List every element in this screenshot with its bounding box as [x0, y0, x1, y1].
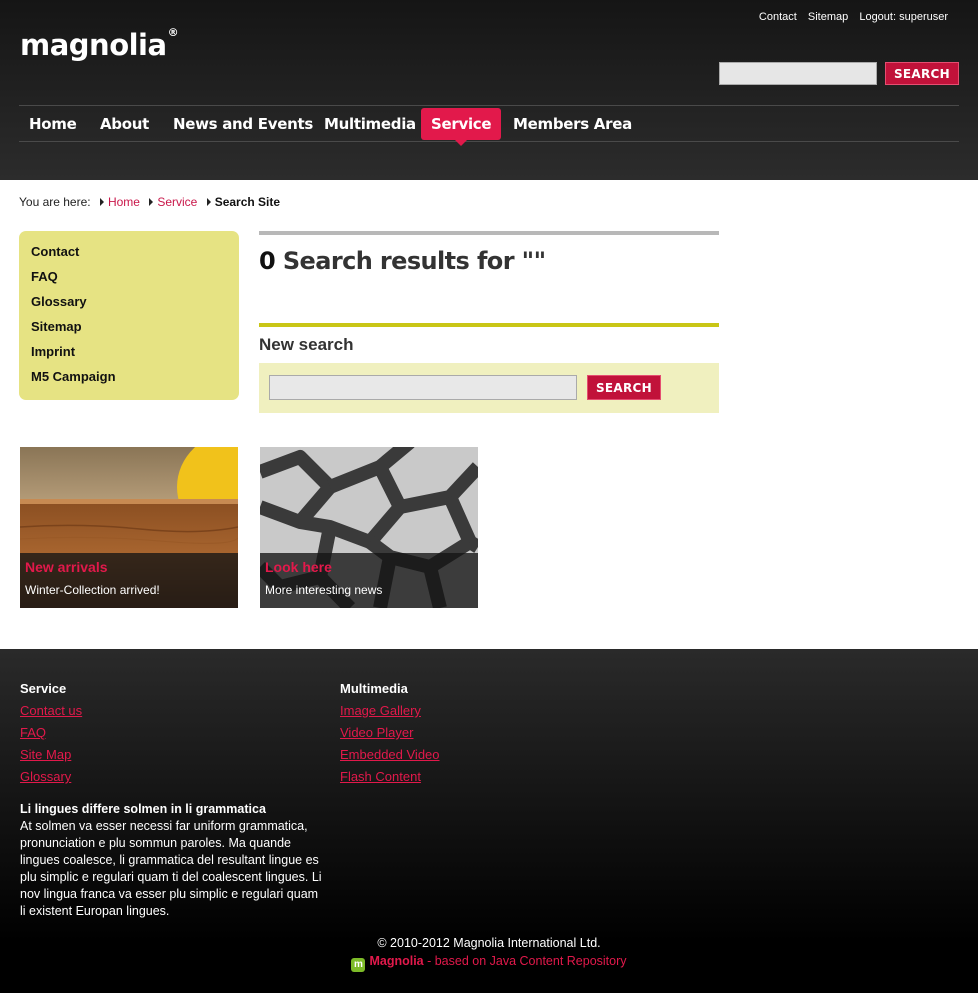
- footer-blurb-title: Li lingues differe solmen in li grammati…: [20, 802, 266, 816]
- breadcrumb: You are here: Home Service Search Site: [19, 195, 280, 209]
- footer-link-contact-us[interactable]: Contact us: [20, 703, 82, 725]
- copyright-notice: © 2010-2012 Magnolia International Ltd.: [377, 936, 601, 950]
- breadcrumb-current: Search Site: [214, 195, 281, 209]
- footer-link-faq[interactable]: FAQ: [20, 725, 82, 747]
- breadcrumb-arrow-icon: [99, 198, 104, 206]
- nav-item-home[interactable]: Home: [19, 108, 86, 140]
- main-content: 0 Search results for "" New search SEARC…: [259, 231, 719, 413]
- nav-item-service[interactable]: Service: [421, 108, 502, 146]
- nav-item-multimedia[interactable]: Multimedia: [314, 108, 426, 140]
- sidebar-item-glossary[interactable]: Glossary: [31, 293, 227, 318]
- header-search-button[interactable]: SEARCH: [885, 62, 959, 85]
- footer-link-video-player[interactable]: Video Player: [340, 725, 440, 747]
- new-search-heading: New search: [259, 335, 354, 354]
- sidebar-item-imprint[interactable]: Imprint: [31, 343, 227, 368]
- teaser-text: More interesting news: [265, 583, 383, 597]
- footer-column-multimedia: Multimedia Image Gallery Video Player Em…: [340, 681, 440, 791]
- nav-item-about[interactable]: About: [90, 108, 159, 140]
- meta-link-sitemap[interactable]: Sitemap: [808, 11, 848, 23]
- footer-blurb-text: At solmen va esser necessi far uniform g…: [20, 819, 322, 918]
- footer-blurb: Li lingues differe solmen in li grammati…: [20, 801, 325, 920]
- meta-link-logout[interactable]: Logout: superuser: [859, 11, 948, 23]
- new-search-input[interactable]: [269, 375, 577, 400]
- teaser-new-arrivals[interactable]: New arrivals Winter-Collection arrived!: [20, 447, 238, 608]
- breadcrumb-prefix: You are here:: [19, 195, 91, 209]
- powered-text[interactable]: - based on Java Content Repository: [424, 954, 626, 968]
- footer-link-glossary[interactable]: Glossary: [20, 769, 82, 791]
- teaser-title[interactable]: Look here: [265, 559, 473, 579]
- sidebar-item-sitemap[interactable]: Sitemap: [31, 318, 227, 343]
- logo-registered-mark: ®: [167, 26, 179, 40]
- footer-link-site-map[interactable]: Site Map: [20, 747, 82, 769]
- footer-link-image-gallery[interactable]: Image Gallery: [340, 703, 440, 725]
- nav-item-members-area[interactable]: Members Area: [503, 108, 642, 140]
- sidebar-navigation: Contact FAQ Glossary Sitemap Imprint M5 …: [19, 231, 239, 400]
- magnolia-logo[interactable]: magnolia®: [20, 26, 179, 62]
- sidebar-item-faq[interactable]: FAQ: [31, 268, 227, 293]
- magnolia-logo-icon: m: [351, 958, 366, 972]
- new-search-button[interactable]: SEARCH: [587, 375, 661, 400]
- new-search-divider: [259, 323, 719, 327]
- powered-by: m Magnolia - based on Java Content Reposi…: [0, 954, 978, 972]
- logo-text: magnolia: [20, 28, 167, 62]
- footer-column-service: Service Contact us FAQ Site Map Glossary: [20, 681, 82, 791]
- breadcrumb-arrow-icon: [149, 198, 154, 206]
- main-navigation: Home About News and Events Multimedia Se…: [19, 105, 959, 146]
- nav-item-news-and-events[interactable]: News and Events: [163, 108, 323, 140]
- teaser-caption: New arrivals Winter-Collection arrived!: [20, 553, 238, 608]
- powered-brand[interactable]: Magnolia: [369, 954, 423, 968]
- header-search-input[interactable]: [719, 62, 877, 85]
- results-heading: 0 Search results for "": [259, 247, 719, 295]
- teaser-look-here[interactable]: Look here More interesting news: [260, 447, 478, 608]
- footer-heading: Multimedia: [340, 681, 408, 696]
- breadcrumb-arrow-icon: [206, 198, 211, 206]
- sidebar-item-m5-campaign[interactable]: M5 Campaign: [31, 368, 227, 393]
- teaser-caption: Look here More interesting news: [260, 553, 478, 608]
- results-text: Search results for "": [282, 247, 546, 275]
- results-count: 0: [259, 247, 276, 275]
- site-header: magnolia® Contact Sitemap Logout: superu…: [0, 0, 978, 180]
- meta-link-contact[interactable]: Contact: [759, 11, 797, 23]
- breadcrumb-link-service[interactable]: Service: [157, 195, 197, 209]
- footer-link-embedded-video[interactable]: Embedded Video: [340, 747, 440, 769]
- sidebar-item-contact[interactable]: Contact: [31, 243, 227, 268]
- site-footer: Service Contact us FAQ Site Map Glossary…: [0, 649, 978, 993]
- teaser-title[interactable]: New arrivals: [25, 559, 233, 579]
- teaser-text: Winter-Collection arrived!: [25, 583, 160, 597]
- footer-heading: Service: [20, 681, 67, 696]
- footer-link-flash-content[interactable]: Flash Content: [340, 769, 440, 791]
- breadcrumb-link-home[interactable]: Home: [108, 195, 140, 209]
- new-search-panel: SEARCH: [259, 363, 719, 413]
- meta-links: Contact Sitemap Logout: superuser: [751, 11, 948, 23]
- results-divider: [259, 231, 719, 235]
